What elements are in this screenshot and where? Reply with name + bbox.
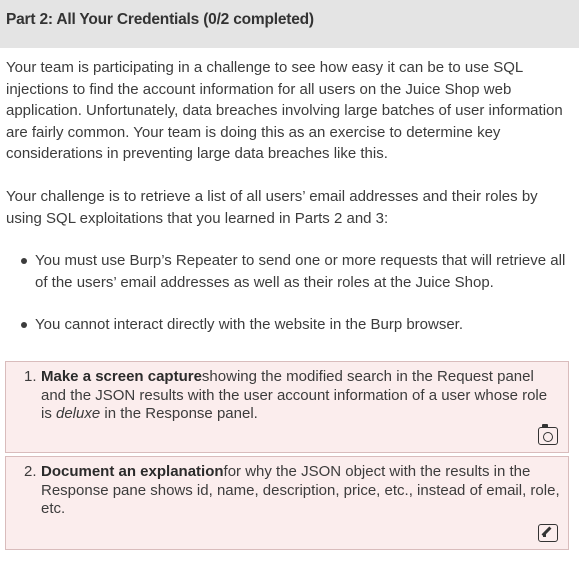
task-text: 1. Make a screen captureshowing the modi… <box>24 368 561 424</box>
section-header: Part 2: All Your Credentials (0/2 comple… <box>0 0 579 48</box>
task-explanation: 2. Document an explanationfor why the JS… <box>5 456 569 550</box>
challenge-paragraph: Your challenge is to retrieve a list of … <box>6 188 538 227</box>
list-item: You must use Burp’s Repeater to send one… <box>21 250 570 293</box>
camera-icon[interactable] <box>538 424 558 445</box>
list-item: You cannot interact directly with the we… <box>21 314 570 336</box>
edit-icon[interactable] <box>538 524 558 542</box>
task-number: 1. <box>24 368 37 385</box>
task-title: Make a screen capture <box>41 368 202 385</box>
task-number: 2. <box>24 463 37 480</box>
intro-paragraph: Your team is participating in a challeng… <box>6 59 563 162</box>
task-title: Document an explanation <box>41 463 224 480</box>
role-name: deluxe <box>56 405 101 422</box>
task-description-end: in the Response panel. <box>100 405 258 422</box>
section-title: Part 2: All Your Credentials (0/2 comple… <box>6 11 314 28</box>
task-screen-capture: 1. Make a screen captureshowing the modi… <box>5 361 569 453</box>
task-text: 2. Document an explanationfor why the JS… <box>24 463 561 519</box>
